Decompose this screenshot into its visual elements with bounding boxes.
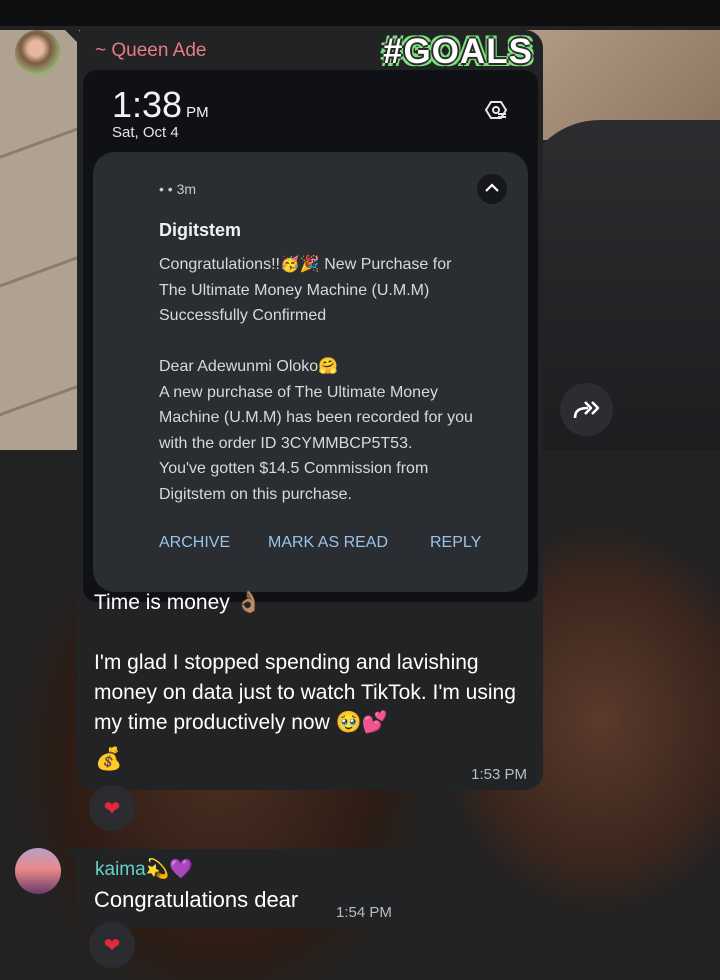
notification-settings-icon bbox=[484, 101, 508, 119]
top-bar bbox=[0, 0, 720, 26]
screenshot-clock-ampm: PM bbox=[186, 104, 209, 121]
message-bubble-queen-ade[interactable]: ~ Queen Ade #GOALS 1:38 PM Sat, Oct 4 • •… bbox=[65, 30, 543, 790]
message-text: Congratulations dear bbox=[94, 887, 299, 912]
wallpaper-wall-tiles bbox=[0, 30, 80, 450]
message-time: 1:53 PM bbox=[471, 766, 527, 783]
forward-icon bbox=[573, 400, 599, 418]
notification-meta: • • 3m bbox=[159, 181, 197, 197]
reply-action[interactable]: REPLY bbox=[430, 534, 481, 552]
notification-card[interactable]: • • 3m Digitstem Congratulations!!🥳🎉 New… bbox=[93, 152, 528, 592]
message-bubble-kaima[interactable]: kaima💫💜 Congratulations dear 1:54 PM bbox=[65, 849, 414, 927]
wallpaper-couch bbox=[520, 120, 720, 450]
goals-sticker-text: #GOALS bbox=[383, 32, 533, 71]
mark-as-read-action[interactable]: MARK AS READ bbox=[268, 534, 388, 552]
notification-body: Congratulations!!🥳🎉 New Purchase for The… bbox=[159, 256, 473, 503]
sender-name[interactable]: ~ Queen Ade bbox=[95, 40, 206, 62]
message-text: Time is money 👌🏽 I'm glad I stopped spen… bbox=[94, 591, 516, 734]
sender-name[interactable]: kaima💫💜 bbox=[95, 857, 193, 881]
heart-icon: ❤ bbox=[103, 797, 121, 820]
forward-button[interactable] bbox=[560, 383, 613, 436]
archive-action[interactable]: ARCHIVE bbox=[159, 534, 230, 552]
avatar-kaima[interactable] bbox=[15, 848, 61, 894]
avatar-queen-ade[interactable] bbox=[15, 30, 61, 76]
heart-reaction[interactable]: ❤ bbox=[89, 785, 135, 831]
heart-icon: ❤ bbox=[103, 934, 121, 957]
notification-screenshot[interactable]: 1:38 PM Sat, Oct 4 • • 3m Digitstem Congr… bbox=[83, 70, 538, 602]
screenshot-clock: 1:38 PM bbox=[112, 84, 209, 126]
message-time: 1:54 PM bbox=[336, 904, 392, 921]
chevron-up-icon[interactable] bbox=[477, 174, 507, 204]
heart-reaction[interactable]: ❤ bbox=[89, 922, 135, 968]
notification-app-name: Digitstem bbox=[159, 220, 242, 240]
screenshot-clock-time: 1:38 bbox=[112, 84, 183, 125]
screenshot-date: Sat, Oct 4 bbox=[112, 124, 179, 141]
money-bag-emoji: 💰 bbox=[95, 746, 123, 771]
